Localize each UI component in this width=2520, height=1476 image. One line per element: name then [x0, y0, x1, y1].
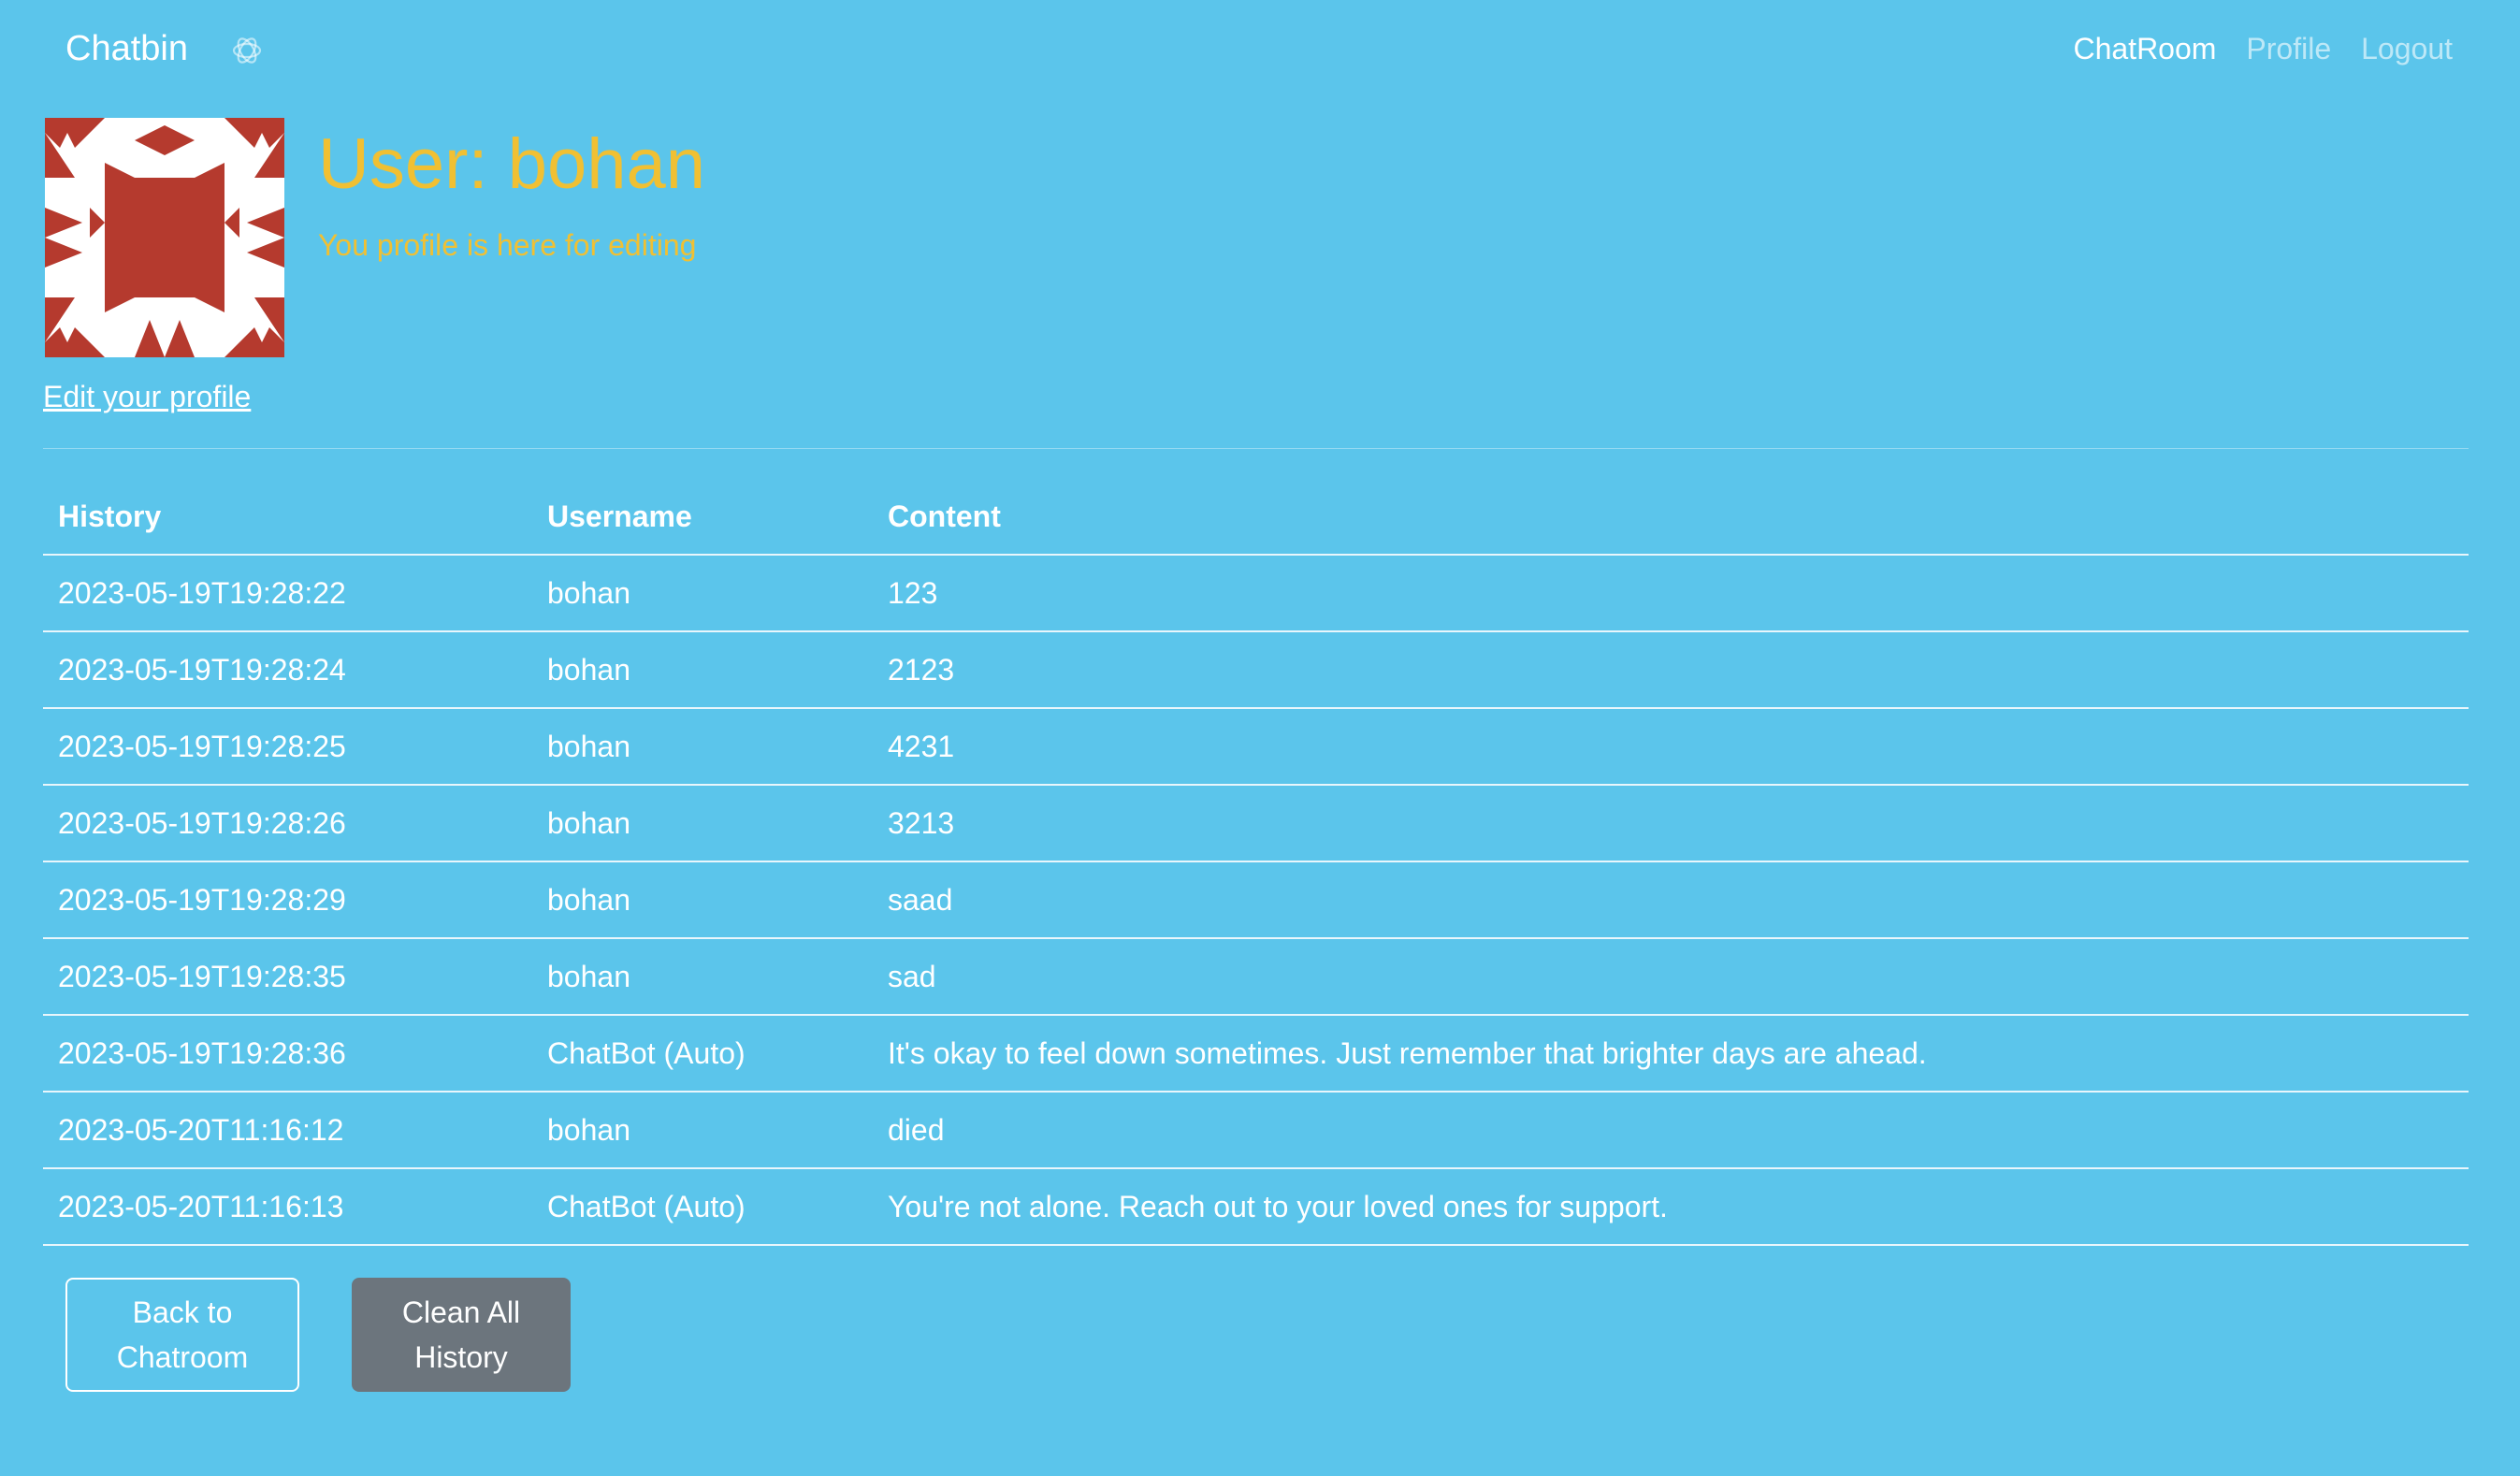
column-header-content: Content [873, 479, 2469, 556]
back-to-chatroom-button[interactable]: Back to Chatroom [65, 1278, 299, 1392]
back-to-chatroom-label: Back to Chatroom [117, 1290, 249, 1380]
cell-username: bohan [532, 861, 873, 939]
cell-username: bohan [532, 708, 873, 786]
cell-content: 2123 [873, 631, 2469, 709]
cell-content: 123 [873, 555, 2469, 632]
navbar: Chatbin ChatRoom Profile Logout [0, 0, 2520, 99]
table-row: 2023-05-19T19:28:36 ChatBot (Auto) It's … [43, 1015, 2469, 1093]
cell-timestamp: 2023-05-20T11:16:13 [43, 1168, 532, 1246]
nav-profile-link[interactable]: Profile [2246, 28, 2331, 69]
clean-all-history-button[interactable]: Clean All History [352, 1278, 571, 1392]
back-button-line2: Chatroom [116, 1340, 249, 1374]
table-header-row: History Username Content [43, 479, 2469, 556]
cell-content: 4231 [873, 708, 2469, 786]
cell-timestamp: 2023-05-19T19:28:22 [43, 555, 532, 632]
column-header-username: Username [532, 479, 873, 556]
cell-timestamp: 2023-05-19T19:28:26 [43, 785, 532, 862]
openai-logo-icon [232, 37, 262, 64]
table-row: 2023-05-20T11:16:13 ChatBot (Auto) You'r… [43, 1168, 2469, 1246]
column-header-history: History [43, 479, 532, 556]
cell-timestamp: 2023-05-19T19:28:29 [43, 861, 532, 939]
nav-logout-link[interactable]: Logout [2361, 28, 2453, 69]
cell-username: ChatBot (Auto) [532, 1015, 873, 1093]
cell-timestamp: 2023-05-19T19:28:25 [43, 708, 532, 786]
cell-content: died [873, 1092, 2469, 1169]
cell-timestamp: 2023-05-19T19:28:36 [43, 1015, 532, 1093]
table-row: 2023-05-19T19:28:25 bohan 4231 [43, 708, 2469, 786]
cell-username: bohan [532, 1092, 873, 1169]
cell-content: saad [873, 861, 2469, 939]
cell-content: 3213 [873, 785, 2469, 862]
nav-links: ChatRoom Profile Logout [2073, 28, 2453, 69]
cell-timestamp: 2023-05-20T11:16:12 [43, 1092, 532, 1169]
brand-link[interactable]: Chatbin [65, 25, 188, 72]
cell-content: sad [873, 938, 2469, 1016]
cell-username: bohan [532, 631, 873, 709]
page-subtitle: You profile is here for editing [318, 228, 697, 262]
page-title: User: bohan [318, 124, 706, 204]
nav-chatroom-link[interactable]: ChatRoom [2073, 28, 2216, 69]
clean-button-line2: History [414, 1340, 508, 1374]
clean-all-history-label: Clean All History [402, 1290, 520, 1380]
cell-username: bohan [532, 785, 873, 862]
table-row: 2023-05-19T19:28:29 bohan saad [43, 861, 2469, 939]
cell-username: ChatBot (Auto) [532, 1168, 873, 1246]
table-row: 2023-05-19T19:28:24 bohan 2123 [43, 631, 2469, 709]
cell-content: It's okay to feel down sometimes. Just r… [873, 1015, 2469, 1093]
cell-username: bohan [532, 555, 873, 632]
table-row: 2023-05-19T19:28:35 bohan sad [43, 938, 2469, 1016]
identicon-avatar [45, 118, 284, 357]
edit-profile-link[interactable]: Edit your profile [43, 376, 251, 417]
cell-content: You're not alone. Reach out to your love… [873, 1168, 2469, 1246]
cell-timestamp: 2023-05-19T19:28:35 [43, 938, 532, 1016]
table-row: 2023-05-20T11:16:12 bohan died [43, 1092, 2469, 1169]
table-row: 2023-05-19T19:28:22 bohan 123 [43, 555, 2469, 632]
clean-button-line1: Clean All [401, 1295, 521, 1329]
divider [43, 448, 2469, 449]
cell-username: bohan [532, 938, 873, 1016]
back-button-line1: Back to [132, 1295, 233, 1329]
avatar [45, 118, 284, 357]
table-row: 2023-05-19T19:28:26 bohan 3213 [43, 785, 2469, 862]
cell-timestamp: 2023-05-19T19:28:24 [43, 631, 532, 709]
history-table: History Username Content 2023-05-19T19:2… [43, 479, 2469, 1246]
